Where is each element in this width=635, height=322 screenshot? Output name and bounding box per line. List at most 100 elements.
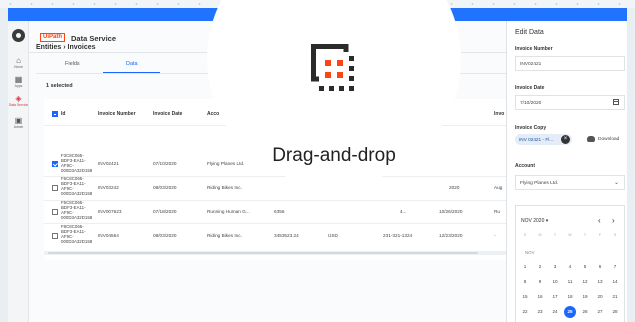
calendar-day[interactable]: 28: [609, 306, 621, 318]
column-header-invoice-date[interactable]: Invoice Date: [153, 111, 182, 117]
divider: [44, 223, 506, 224]
drag-and-drop-icon: [311, 44, 354, 91]
sidebar-item-apps[interactable]: ▦ Apps: [8, 75, 29, 88]
calendar-day[interactable]: 8: [519, 276, 531, 288]
app-title: Data Service: [71, 34, 117, 43]
calendar-month-selector[interactable]: NOV 2020 ▾: [521, 218, 548, 224]
sidebar-item-label: Admin: [13, 125, 24, 129]
calendar-day[interactable]: 12: [579, 276, 591, 288]
row-checkbox[interactable]: [52, 161, 58, 167]
cell-account: Riding Bikes Inc.: [207, 185, 242, 190]
brand-logo: UiPath: [40, 33, 66, 42]
invoice-date-label: Invoice Date: [515, 85, 545, 91]
cell-due-date: 2020: [449, 185, 460, 190]
cell-id: F6C8C065- BDF3-EA11- AF9C- 000D3A32D158: [61, 176, 93, 196]
cell-invoice-copy: Aug: [494, 185, 503, 190]
calendar-day[interactable]: 27: [594, 306, 606, 318]
invoice-copy-filename: INV 02421 - Fl...: [519, 137, 554, 142]
select-all-checkbox[interactable]: [52, 111, 58, 117]
account-select[interactable]: Flying Planes Ltd. ⌄: [515, 175, 625, 190]
column-header-invoice-copy[interactable]: Invo: [494, 111, 504, 117]
admin-icon: ▣: [14, 116, 23, 125]
cell-invoice-number: INV02421: [98, 161, 119, 166]
calendar-day[interactable]: 22: [519, 306, 531, 318]
edit-data-panel: Edit Data Invoice Number INV02421 Invoic…: [506, 21, 627, 322]
weekday-label: M: [538, 233, 542, 237]
calendar-day[interactable]: 24: [549, 306, 561, 318]
column-header-id[interactable]: Id: [61, 111, 65, 117]
download-link[interactable]: Download: [598, 137, 619, 142]
calendar-day[interactable]: 3: [549, 261, 561, 273]
cell-account: Riding Bikes Inc.: [207, 233, 242, 238]
panel-title: Edit Data: [515, 29, 544, 36]
calendar-day[interactable]: 5: [579, 261, 591, 273]
cell-id: F8C8C065- BDF3-EA11- AF9C- 000D3A32D158: [61, 224, 93, 244]
app-logo-icon[interactable]: [12, 29, 25, 42]
cell-amount: 3453523.24: [274, 233, 299, 238]
calendar-day[interactable]: 4: [564, 261, 576, 273]
weekday-label: F: [598, 233, 602, 237]
calendar-day[interactable]: 7: [609, 261, 621, 273]
apps-icon: ▦: [14, 75, 23, 84]
calendar-day[interactable]: 26: [579, 306, 591, 318]
scrollbar-thumb[interactable]: [48, 252, 478, 254]
calendar-day[interactable]: 18: [564, 291, 576, 303]
remove-file-icon[interactable]: ×: [561, 135, 570, 144]
cell-id: F5C8C065- BDF3-EA11- AF9C- 000D3A32D158: [61, 200, 93, 220]
weekday-label: T: [583, 233, 587, 237]
data-service-icon: ◈: [15, 94, 22, 103]
calendar-day[interactable]: 2: [534, 261, 546, 273]
calendar-section-label: NOV: [525, 250, 535, 255]
cell-invoice-date: 08/03/2020: [153, 233, 177, 238]
sidebar-item-admin[interactable]: ▣ Admin: [8, 116, 29, 129]
sidebar-item-data-service[interactable]: ◈ Data Service: [8, 94, 29, 107]
calendar-day-selected[interactable]: 25: [564, 306, 576, 318]
breadcrumb: Entities › Invoices: [36, 44, 96, 51]
sidebar-item-label: Apps: [14, 84, 23, 88]
weekday-label: W: [568, 233, 572, 237]
caret-down-icon: ▾: [545, 218, 549, 224]
calendar-day[interactable]: 6: [594, 261, 606, 273]
calendar-day[interactable]: 17: [549, 291, 561, 303]
calendar-icon[interactable]: [613, 99, 619, 105]
invoice-number-value: INV02421: [520, 62, 542, 67]
calendar-day[interactable]: 9: [534, 276, 546, 288]
cell-invoice-date: 07/10/2020: [153, 161, 177, 166]
invoice-number-label: Invoice Number: [515, 46, 553, 52]
calendar-day[interactable]: 23: [534, 306, 546, 318]
calendar-day[interactable]: 11: [564, 276, 576, 288]
calendar-day[interactable]: 10: [549, 276, 561, 288]
calendar-day[interactable]: 13: [594, 276, 606, 288]
calendar-day[interactable]: 21: [609, 291, 621, 303]
sidebar-item-label: Home: [13, 65, 24, 69]
next-month-icon[interactable]: ›: [612, 216, 615, 225]
cell-invoice-number: INV007623: [98, 209, 122, 214]
sidebar-item-home[interactable]: ⌂ Home: [8, 56, 29, 69]
row-checkbox[interactable]: [52, 233, 58, 239]
home-icon: ⌂: [16, 56, 21, 65]
invoice-date-field[interactable]: 7/10/2020: [515, 95, 625, 110]
cell-invoice-copy: Ru: [494, 209, 500, 214]
tab-fields[interactable]: Fields: [65, 61, 80, 67]
divider: [44, 200, 506, 201]
chevron-down-icon: ⌄: [613, 180, 619, 186]
download-icon[interactable]: [587, 136, 595, 142]
account-label: Account: [515, 163, 535, 169]
row-checkbox[interactable]: [52, 209, 58, 215]
cell-phone: 231-321-1324: [383, 233, 413, 238]
column-header-invoice-number[interactable]: Invoice Number: [98, 111, 136, 117]
invoice-number-field[interactable]: INV02421: [515, 56, 625, 71]
column-header-account[interactable]: Acco: [207, 111, 219, 117]
calendar-day[interactable]: 1: [519, 261, 531, 273]
calendar-day[interactable]: 14: [609, 276, 621, 288]
calendar-day[interactable]: 20: [594, 291, 606, 303]
calendar-day[interactable]: 15: [519, 291, 531, 303]
cell-invoice-number: INV04564: [98, 233, 119, 238]
tab-data[interactable]: Data: [126, 61, 138, 67]
horizontal-scrollbar[interactable]: [44, 251, 506, 255]
cell-phone: 4...: [400, 209, 407, 214]
previous-month-icon[interactable]: ‹: [598, 216, 601, 225]
calendar-day[interactable]: 16: [534, 291, 546, 303]
calendar-day[interactable]: 19: [579, 291, 591, 303]
row-checkbox[interactable]: [52, 185, 58, 191]
